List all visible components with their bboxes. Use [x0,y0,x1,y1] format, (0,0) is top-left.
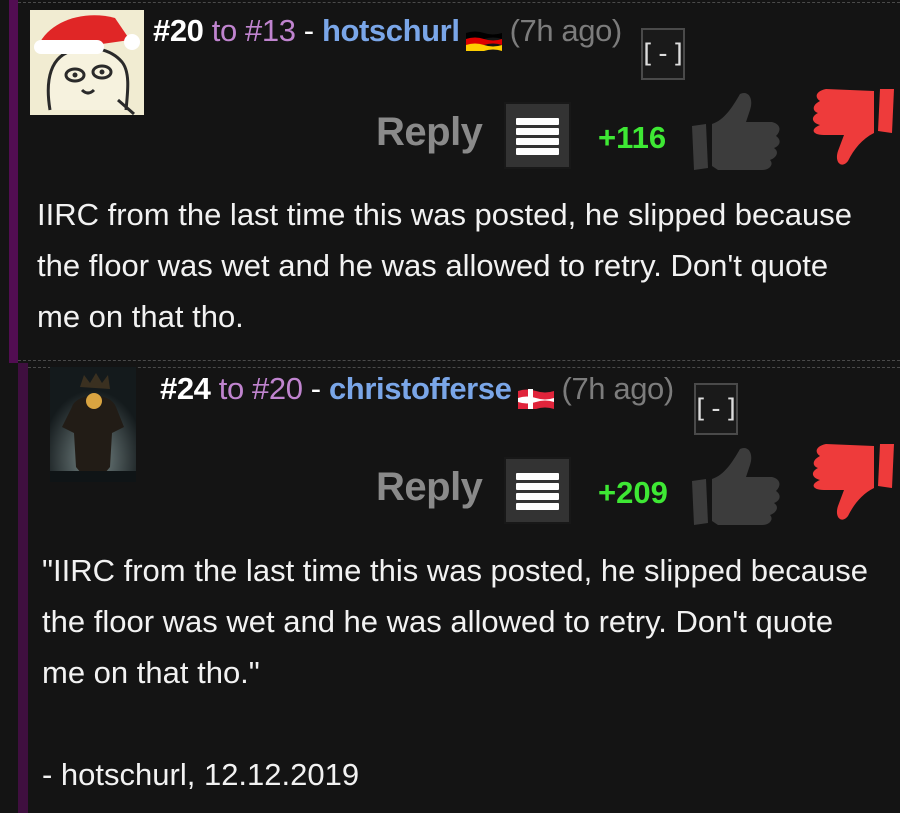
menu-lines-icon [516,118,559,155]
thumbs-down-icon[interactable] [802,85,898,172]
comment-text: IIRC from the last time this was posted,… [37,197,853,334]
comment-body: IIRC from the last time this was posted,… [37,189,877,342]
collapse-button[interactable]: [-] [640,28,686,80]
collapse-button[interactable]: [-] [693,383,739,435]
divider [18,360,900,361]
to-label: to [211,13,237,48]
reply-button[interactable]: Reply [376,110,483,155]
thumbs-up-icon[interactable] [688,445,784,532]
comment-header: #20 to #13 - hotschurl (7h ago) [153,13,623,53]
parent-comment-link[interactable]: #20 [252,371,303,406]
reply-button[interactable]: Reply [376,465,483,510]
comment-text: "IIRC from the last time this was posted… [42,553,869,690]
username-link[interactable]: christofferse [329,371,512,406]
avatar[interactable] [30,10,144,115]
comment-header: #24 to #20 - christofferse (7h ago) [160,371,675,411]
denmark-flag-icon [517,381,554,411]
parent-comment-link[interactable]: #13 [245,13,296,48]
timestamp: (7h ago) [509,13,623,48]
menu-button[interactable] [504,102,571,169]
separator: - [310,371,321,406]
comment-24: #24 to #20 - christofferse (7h ago) [-] R… [0,363,900,813]
avatar[interactable] [50,367,136,482]
thumbs-down-icon[interactable] [802,440,898,527]
score: +209 [598,475,668,510]
germany-flag-icon [465,23,502,53]
divider [18,2,900,3]
score: +116 [598,120,667,155]
comment-number[interactable]: #20 [153,13,204,48]
thumbs-up-icon[interactable] [688,90,784,177]
username-link[interactable]: hotschurl [322,13,460,48]
to-label: to [218,371,244,406]
separator: - [303,13,314,48]
comment-20: #20 to #13 - hotschurl (7h ago) [-] Reply… [0,0,900,363]
comment-signature: - hotschurl, 12.12.2019 [42,757,360,792]
menu-button[interactable] [504,457,571,524]
divider [28,367,900,368]
thread-indent-bar [18,363,28,813]
thread-indent-bar [9,0,18,363]
comment-number[interactable]: #24 [160,371,211,406]
comment-body: "IIRC from the last time this was posted… [42,545,882,800]
timestamp: (7h ago) [561,371,675,406]
menu-lines-icon [516,473,559,510]
